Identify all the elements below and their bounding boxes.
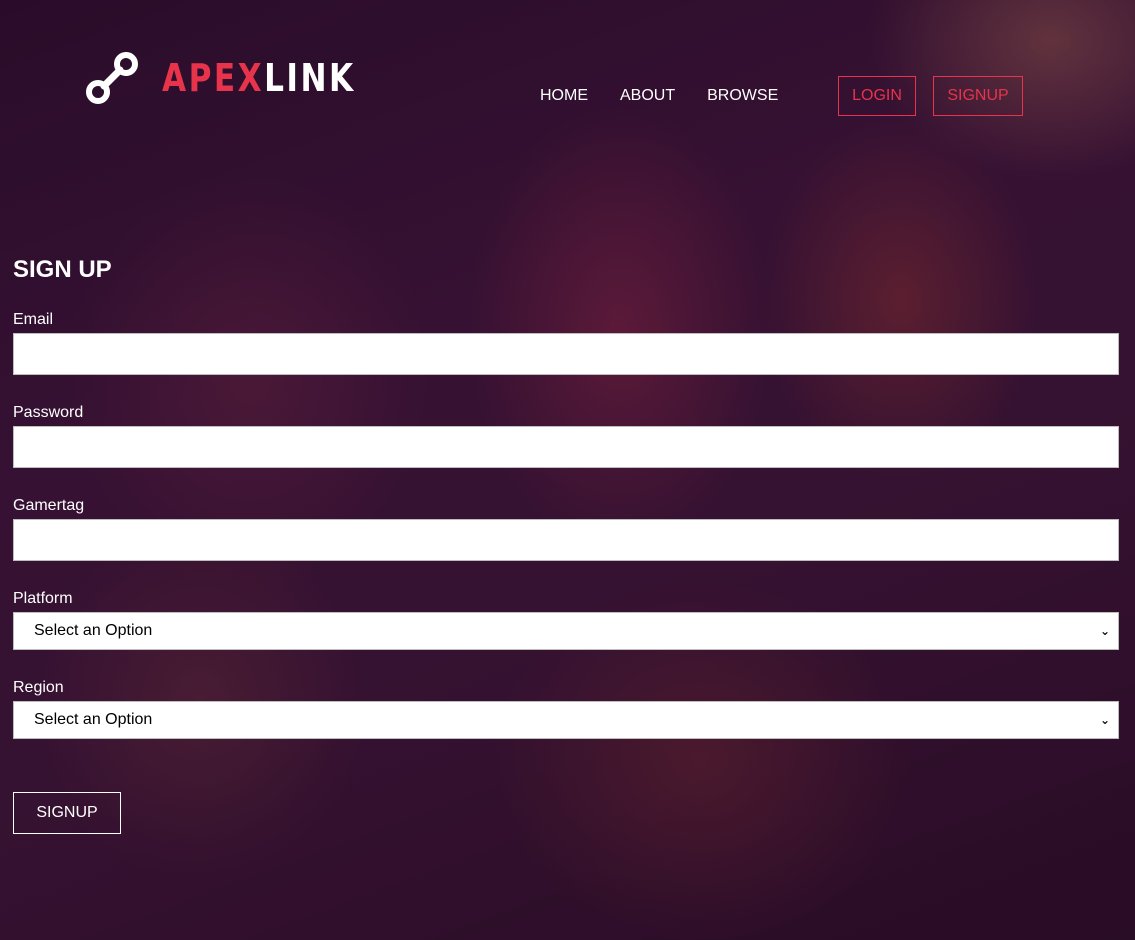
nav-item-home[interactable]: HOME	[540, 86, 588, 106]
gamertag-field[interactable]	[13, 519, 1119, 561]
brand-name: APEXLINK	[162, 52, 356, 104]
password-label: Password	[13, 404, 84, 421]
password-field[interactable]	[13, 426, 1119, 468]
email-label: Email	[13, 311, 54, 328]
chevron-down-icon: ⌄	[1099, 624, 1110, 638]
chevron-down-icon: ⌄	[1099, 713, 1110, 727]
platform-label: Platform	[13, 590, 73, 607]
nav-item-browse[interactable]: BROWSE	[707, 86, 778, 106]
brand-name-accent: APEX	[162, 56, 265, 100]
platform-selected-value: Select an Option	[34, 622, 153, 639]
platform-select[interactable]: Select an Option ⌄	[13, 612, 1119, 650]
signup-nav-button[interactable]: SIGNUP	[933, 76, 1023, 116]
brand-logo[interactable]: APEXLINK	[86, 52, 398, 104]
login-button[interactable]: LOGIN	[838, 76, 916, 116]
page-title: SIGN UP	[13, 256, 112, 283]
region-label: Region	[13, 679, 64, 696]
main-nav: HOME ABOUT BROWSE	[540, 86, 810, 106]
signup-form: SIGN UP Email Password Gamertag Platform…	[13, 256, 1119, 739]
gamertag-label: Gamertag	[13, 497, 85, 514]
link-chain-icon	[86, 52, 138, 104]
region-select[interactable]: Select an Option ⌄	[13, 701, 1119, 739]
region-selected-value: Select an Option	[34, 711, 153, 728]
email-field[interactable]	[13, 333, 1119, 375]
brand-name-rest: LINK	[264, 56, 356, 100]
signup-submit-button[interactable]: SIGNUP	[13, 792, 121, 834]
nav-item-about[interactable]: ABOUT	[620, 86, 675, 106]
